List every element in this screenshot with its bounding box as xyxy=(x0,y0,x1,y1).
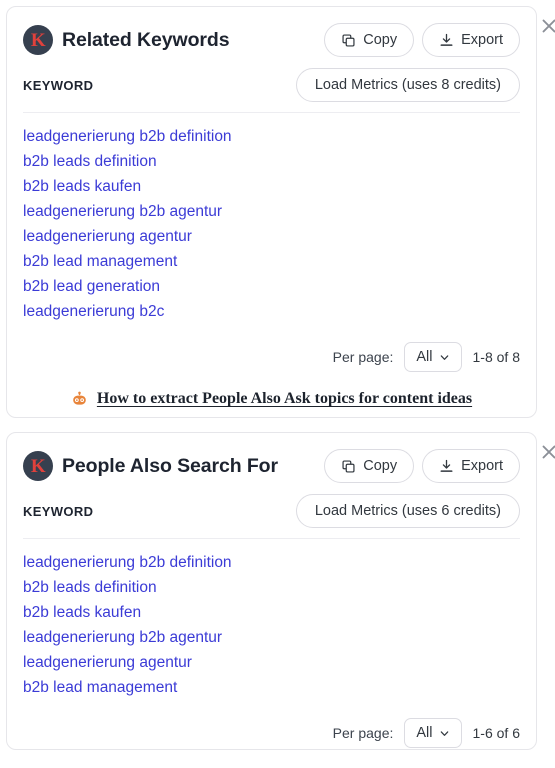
page-title: Related Keywords xyxy=(62,28,230,51)
list-item[interactable]: b2b leads definition xyxy=(23,575,520,600)
column-header-row: KEYWORD Load Metrics (uses 6 credits) xyxy=(23,491,520,531)
close-icon[interactable] xyxy=(538,441,555,463)
copy-button-label: Copy xyxy=(363,458,398,474)
copy-button[interactable]: Copy xyxy=(324,23,415,57)
load-metrics-button[interactable]: Load Metrics (uses 6 credits) xyxy=(295,494,520,528)
people-also-search-for-card: K People Also Search For Copy Export KEY… xyxy=(6,432,555,750)
download-icon xyxy=(440,459,453,472)
card-body: K Related Keywords Copy Export KEYWORD L… xyxy=(7,7,536,408)
export-button-label: Export xyxy=(461,458,503,474)
keyword-column-header: KEYWORD xyxy=(23,77,94,93)
list-item[interactable]: leadgenerierung b2b definition xyxy=(23,550,520,575)
pagination-range: 1-6 of 6 xyxy=(472,725,520,741)
brand-logo-letter: K xyxy=(30,455,46,477)
close-icon[interactable] xyxy=(538,15,555,37)
close-icon-glyph xyxy=(542,445,555,459)
card-footer: How to extract People Also Ask topics fo… xyxy=(23,372,520,408)
copy-button-label: Copy xyxy=(363,32,398,48)
brand-logo-letter: K xyxy=(30,29,46,51)
card-body: K People Also Search For Copy Export KEY… xyxy=(7,433,536,748)
footer-article-link[interactable]: How to extract People Also Ask topics fo… xyxy=(97,390,472,408)
list-item[interactable]: b2b leads kaufen xyxy=(23,600,520,625)
per-page-select[interactable]: All xyxy=(404,718,462,748)
per-page-label: Per page: xyxy=(332,349,394,365)
robot-icon xyxy=(73,391,86,405)
per-page-value: All xyxy=(416,725,433,741)
export-button[interactable]: Export xyxy=(422,449,520,483)
header-actions: Copy Export xyxy=(324,449,520,483)
list-item[interactable]: b2b lead management xyxy=(23,675,520,700)
copy-button[interactable]: Copy xyxy=(324,449,415,483)
copy-icon xyxy=(342,459,355,473)
export-button-label: Export xyxy=(461,32,503,48)
list-item[interactable]: leadgenerierung b2b definition xyxy=(23,124,520,149)
card-header: K Related Keywords Copy Export xyxy=(23,21,520,59)
export-button[interactable]: Export xyxy=(422,23,520,57)
brand-logo-icon: K xyxy=(23,451,53,481)
list-item[interactable]: leadgenerierung b2b agentur xyxy=(23,199,520,224)
page-title: People Also Search For xyxy=(62,454,278,477)
keyword-list: leadgenerierung b2b definition b2b leads… xyxy=(23,113,520,324)
related-keywords-card: K Related Keywords Copy Export KEYWORD L… xyxy=(6,6,555,418)
list-item[interactable]: b2b leads definition xyxy=(23,149,520,174)
keyword-column-header: KEYWORD xyxy=(23,503,94,519)
download-icon xyxy=(440,33,453,46)
pagination-range: 1-8 of 8 xyxy=(472,349,520,365)
card-header: K People Also Search For Copy Export xyxy=(23,447,520,485)
list-item[interactable]: leadgenerierung b2c xyxy=(23,299,520,324)
list-item[interactable]: b2b lead management xyxy=(23,249,520,274)
pagination: Per page: All 1-6 of 6 xyxy=(23,700,520,748)
per-page-label: Per page: xyxy=(332,725,394,741)
per-page-select[interactable]: All xyxy=(404,342,462,372)
list-item[interactable]: leadgenerierung agentur xyxy=(23,224,520,249)
load-metrics-button[interactable]: Load Metrics (uses 8 credits) xyxy=(295,68,520,102)
brand-logo-icon: K xyxy=(23,25,53,55)
keyword-list: leadgenerierung b2b definition b2b leads… xyxy=(23,539,520,700)
list-item[interactable]: b2b lead generation xyxy=(23,274,520,299)
list-item[interactable]: leadgenerierung b2b agentur xyxy=(23,625,520,650)
copy-icon xyxy=(342,33,355,47)
pagination: Per page: All 1-8 of 8 xyxy=(23,324,520,372)
header-actions: Copy Export xyxy=(324,23,520,57)
list-item[interactable]: b2b leads kaufen xyxy=(23,174,520,199)
close-icon-glyph xyxy=(542,19,555,33)
per-page-value: All xyxy=(416,349,433,365)
column-header-row: KEYWORD Load Metrics (uses 8 credits) xyxy=(23,65,520,105)
chevron-down-icon xyxy=(440,354,448,360)
chevron-down-icon xyxy=(440,730,448,736)
results-panel: K Related Keywords Copy Export KEYWORD L… xyxy=(0,0,555,768)
list-item[interactable]: leadgenerierung agentur xyxy=(23,650,520,675)
